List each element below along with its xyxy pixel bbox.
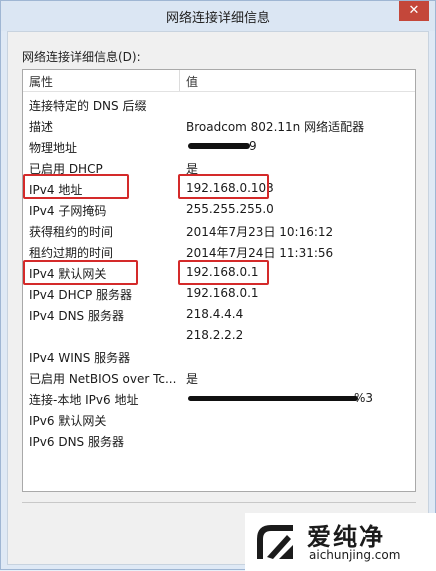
row-value: 2014年7月24日 11:31:56 <box>186 246 334 260</box>
row-property: 连接-本地 IPv6 地址 <box>29 393 139 407</box>
details-label: 网络连接详细信息(D): <box>22 50 141 64</box>
list-row[interactable]: 物理地址 9 <box>23 136 415 157</box>
redaction-mark <box>186 388 358 409</box>
row-value: 2014年7月23日 10:16:12 <box>186 225 334 239</box>
list-row[interactable]: 获得租约的时间 2014年7月23日 10:16:12 <box>23 220 415 241</box>
dialog-body: 网络连接详细信息(D): 属性 值 连接特定的 DNS 后缀 描述 Broadc… <box>7 31 429 565</box>
row-property: 连接特定的 DNS 后缀 <box>29 99 147 113</box>
bottom-divider <box>22 502 416 503</box>
watermark-name: 爱纯净 <box>307 523 385 551</box>
close-button[interactable]: ✕ <box>399 1 429 21</box>
list-row[interactable]: IPv4 WINS 服务器 <box>23 346 415 367</box>
list-row[interactable]: IPv4 DNS 服务器 218.4.4.4 <box>23 304 415 325</box>
site-logo-icon <box>257 525 293 559</box>
row-property: IPv6 默认网关 <box>29 414 107 428</box>
title-bar[interactable]: 网络连接详细信息 ✕ <box>1 1 435 31</box>
network-details-window: 网络连接详细信息 ✕ 网络连接详细信息(D): 属性 值 连接特定的 DNS 后… <box>0 0 436 571</box>
row-value: 192.168.0.1 <box>186 286 259 300</box>
list-row[interactable]: 租约过期的时间 2014年7月24日 11:31:56 <box>23 241 415 262</box>
row-property: IPv6 DNS 服务器 <box>29 435 124 449</box>
highlight-ipv4-value <box>178 174 269 199</box>
row-value: 255.255.255.0 <box>186 202 274 216</box>
row-value: 9 <box>249 139 257 153</box>
row-value: Broadcom 802.11n 网络适配器 <box>186 120 365 134</box>
row-value: 218.4.4.4 <box>186 307 244 321</box>
row-property: 租约过期的时间 <box>29 246 114 260</box>
redaction-scribble <box>188 143 250 149</box>
row-value: 218.2.2.2 <box>186 328 244 342</box>
watermark-url: aichunjing.com <box>309 548 401 562</box>
column-header-value[interactable]: 值 <box>186 73 198 90</box>
row-property: 获得租约的时间 <box>29 225 114 239</box>
list-row[interactable]: IPv4 DHCP 服务器 192.168.0.1 <box>23 283 415 304</box>
row-property: IPv4 DNS 服务器 <box>29 309 124 323</box>
highlight-gateway-value <box>178 260 269 285</box>
list-row[interactable]: IPv6 默认网关 <box>23 409 415 430</box>
row-property: IPv4 WINS 服务器 <box>29 351 131 365</box>
redaction-mark <box>186 136 250 157</box>
row-property: IPv4 DHCP 服务器 <box>29 288 133 302</box>
list-row[interactable]: 描述 Broadcom 802.11n 网络适配器 <box>23 115 415 136</box>
row-property: 已启用 NetBIOS over Tc... <box>29 372 177 386</box>
highlight-gateway-label <box>23 260 138 285</box>
list-header: 属性 值 <box>23 70 415 92</box>
column-divider[interactable] <box>179 70 180 91</box>
row-value: 是 <box>186 372 199 386</box>
list-row[interactable]: 连接特定的 DNS 后缀 <box>23 94 415 115</box>
highlight-ipv4-label <box>23 174 129 199</box>
row-property: 物理地址 <box>29 141 78 155</box>
list-row[interactable]: IPv4 子网掩码 255.255.255.0 <box>23 199 415 220</box>
column-header-property[interactable]: 属性 <box>29 73 53 90</box>
list-row[interactable]: 连接-本地 IPv6 地址 %3 <box>23 388 415 409</box>
list-row[interactable]: 已启用 NetBIOS over Tc... 是 <box>23 367 415 388</box>
window-title: 网络连接详细信息 <box>165 11 270 26</box>
watermark: 爱纯净 aichunjing.com <box>245 513 436 571</box>
redaction-scribble <box>188 396 358 401</box>
list-row[interactable]: 218.2.2.2 <box>23 325 415 346</box>
list-row[interactable]: IPv6 DNS 服务器 <box>23 430 415 451</box>
row-property: 描述 <box>29 120 54 134</box>
row-property: IPv4 子网掩码 <box>29 204 107 218</box>
